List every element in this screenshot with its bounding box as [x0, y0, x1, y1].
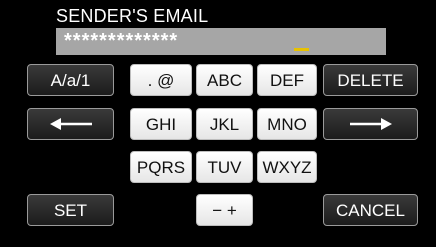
key-def[interactable]: DEF	[257, 64, 317, 96]
keyboard-screen: SENDER'S EMAIL ************* A/a/1 . @ A…	[0, 0, 436, 247]
key-minus-plus[interactable]: − +	[196, 194, 253, 226]
arrow-right-icon	[349, 118, 392, 130]
key-pqrs[interactable]: PQRS	[130, 151, 192, 183]
field-title: SENDER'S EMAIL	[56, 6, 209, 26]
text-cursor	[294, 48, 309, 51]
key-mno[interactable]: MNO	[257, 108, 317, 140]
cancel-button[interactable]: CANCEL	[323, 194, 418, 226]
cursor-right-button[interactable]	[323, 108, 418, 140]
key-dot-at[interactable]: . @	[130, 64, 192, 96]
key-tuv[interactable]: TUV	[196, 151, 253, 183]
cursor-left-button[interactable]	[27, 108, 114, 140]
email-field-value: *************	[64, 30, 179, 52]
set-button[interactable]: SET	[27, 194, 114, 226]
mode-toggle-button[interactable]: A/a/1	[27, 64, 114, 96]
arrow-left-icon	[49, 118, 92, 130]
key-abc[interactable]: ABC	[196, 64, 253, 96]
delete-button[interactable]: DELETE	[323, 64, 418, 96]
key-ghi[interactable]: GHI	[130, 108, 192, 140]
key-wxyz[interactable]: WXYZ	[257, 151, 317, 183]
key-jkl[interactable]: JKL	[196, 108, 253, 140]
email-field[interactable]: *************	[56, 28, 386, 55]
